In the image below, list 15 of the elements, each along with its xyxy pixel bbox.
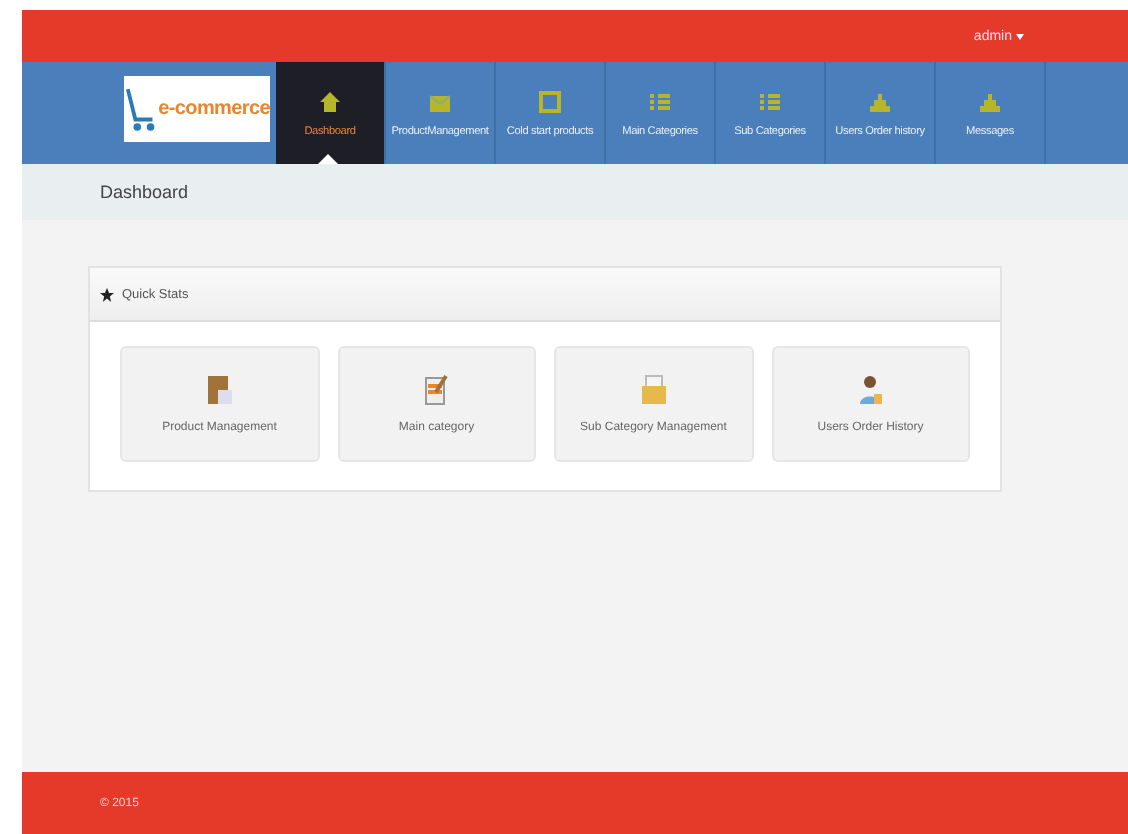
tablet-icon: [538, 89, 562, 113]
cart-icon: [124, 83, 159, 135]
clipboard-icon: [205, 374, 234, 406]
user-icon: [856, 374, 885, 406]
caret-icon: [1016, 33, 1024, 39]
page-heading: Dashboard: [100, 182, 189, 202]
envelope-icon: [428, 89, 452, 113]
notepad-icon: [422, 374, 451, 406]
folder-icon: [639, 374, 668, 406]
list-icon: [758, 89, 782, 113]
list-icon: [648, 89, 672, 113]
logo[interactable]: e-commerce: [124, 76, 270, 142]
pointer-icon: [318, 154, 338, 164]
house-icon: [318, 89, 342, 113]
star-icon: [100, 287, 114, 301]
